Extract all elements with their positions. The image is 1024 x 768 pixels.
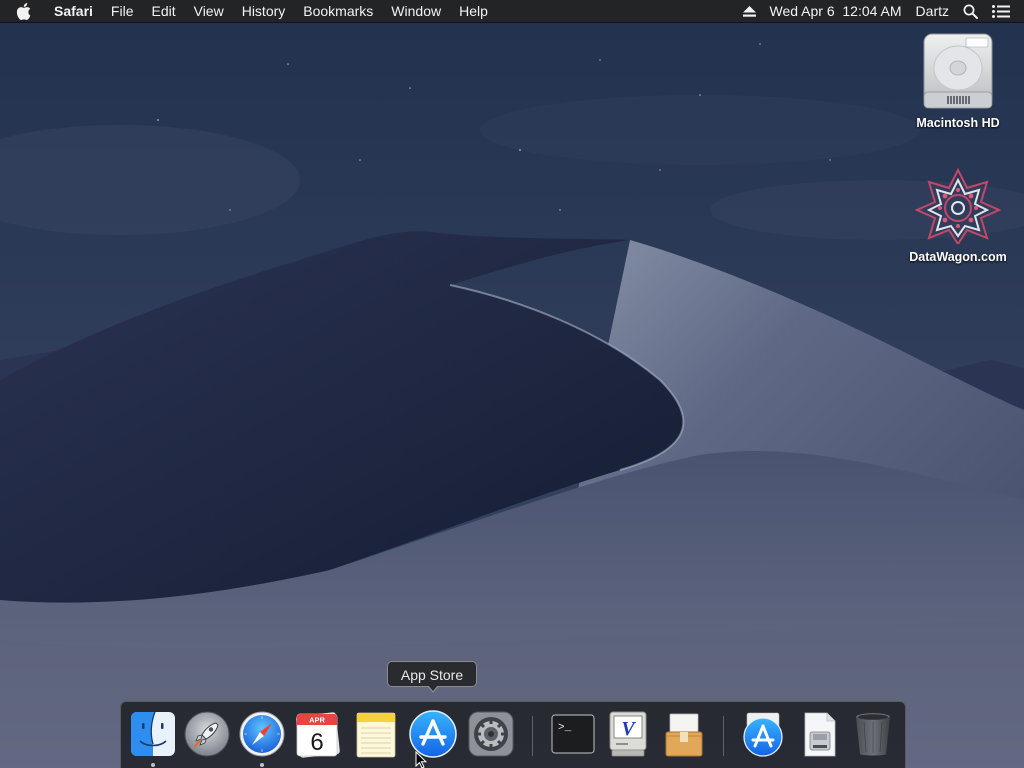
safari-icon [239, 711, 285, 757]
dock-finder[interactable] [129, 710, 177, 758]
status-area: Wed Apr 6 12:04 AM Dartz [736, 0, 1024, 22]
notification-center-icon[interactable] [985, 4, 1024, 18]
desktop-icon-datawagon[interactable]: DataWagon.com [903, 168, 1013, 264]
dock-launchpad[interactable] [183, 710, 231, 758]
dock-separator [723, 716, 724, 756]
terminal-icon: >_ [551, 714, 595, 754]
dock-vim[interactable]: V [604, 710, 652, 758]
eject-icon[interactable] [736, 5, 763, 17]
running-indicator [260, 763, 264, 767]
tooltip-text: App Store [400, 667, 464, 683]
vim-letter: V [621, 718, 636, 740]
finder-icon [131, 711, 175, 756]
hard-drive-icon [923, 33, 993, 109]
user-menu[interactable]: Dartz [909, 0, 956, 22]
dock: APR 6 >_ V [120, 701, 906, 768]
menu-view[interactable]: View [185, 0, 233, 22]
mouse-cursor-icon [415, 751, 427, 768]
terminal-prompt: >_ [558, 722, 572, 734]
vim-icon: V [609, 711, 647, 757]
menu-bar: Safari File Edit View History Bookmarks … [0, 0, 1024, 22]
tooltip-tail-inner [428, 685, 438, 691]
desktop-icon-macintosh-hd[interactable]: Macintosh HD [903, 32, 1013, 130]
notes-icon [356, 712, 396, 758]
system-preferences-icon [468, 711, 514, 757]
dock-notes[interactable] [351, 710, 399, 758]
menu-app-name[interactable]: Safari [44, 0, 102, 22]
desktop-wallpaper [0, 0, 1024, 768]
calendar-month: APR [309, 716, 325, 725]
calendar-icon: APR 6 [296, 712, 340, 758]
desktop-icon-label: DataWagon.com [909, 250, 1007, 264]
running-indicator [151, 763, 155, 767]
calendar-day: 6 [310, 729, 323, 756]
dock-safari[interactable] [238, 710, 286, 758]
spotlight-search-icon[interactable] [956, 4, 985, 19]
menu-window[interactable]: Window [382, 0, 450, 22]
dock-downloads-stack[interactable] [739, 710, 787, 758]
menu-file[interactable]: File [102, 0, 143, 22]
dock-terminal[interactable]: >_ [549, 710, 597, 758]
menu-history[interactable]: History [233, 0, 295, 22]
datawagon-logo-icon [915, 168, 1001, 244]
dock-system-preferences[interactable] [467, 710, 515, 758]
dock-calendar[interactable]: APR 6 [293, 710, 341, 758]
downloads-stack-icon [743, 712, 783, 757]
trash-icon [855, 712, 891, 756]
apple-icon[interactable] [16, 2, 38, 20]
clock[interactable]: Wed Apr 6 12:04 AM [763, 0, 909, 22]
menu-help[interactable]: Help [450, 0, 497, 22]
dock-separator [532, 716, 533, 756]
launchpad-icon [184, 711, 230, 757]
desktop-icon-label: Macintosh HD [916, 116, 1000, 130]
dock-archive[interactable] [660, 710, 708, 758]
dock-tooltip: App Store [387, 661, 477, 693]
menu-edit[interactable]: Edit [142, 0, 184, 22]
archive-icon [665, 713, 703, 757]
disk-image-icon [804, 712, 836, 757]
dock-trash[interactable] [849, 710, 897, 758]
menu-bookmarks[interactable]: Bookmarks [294, 0, 382, 22]
dock-disk-image[interactable] [795, 710, 843, 758]
